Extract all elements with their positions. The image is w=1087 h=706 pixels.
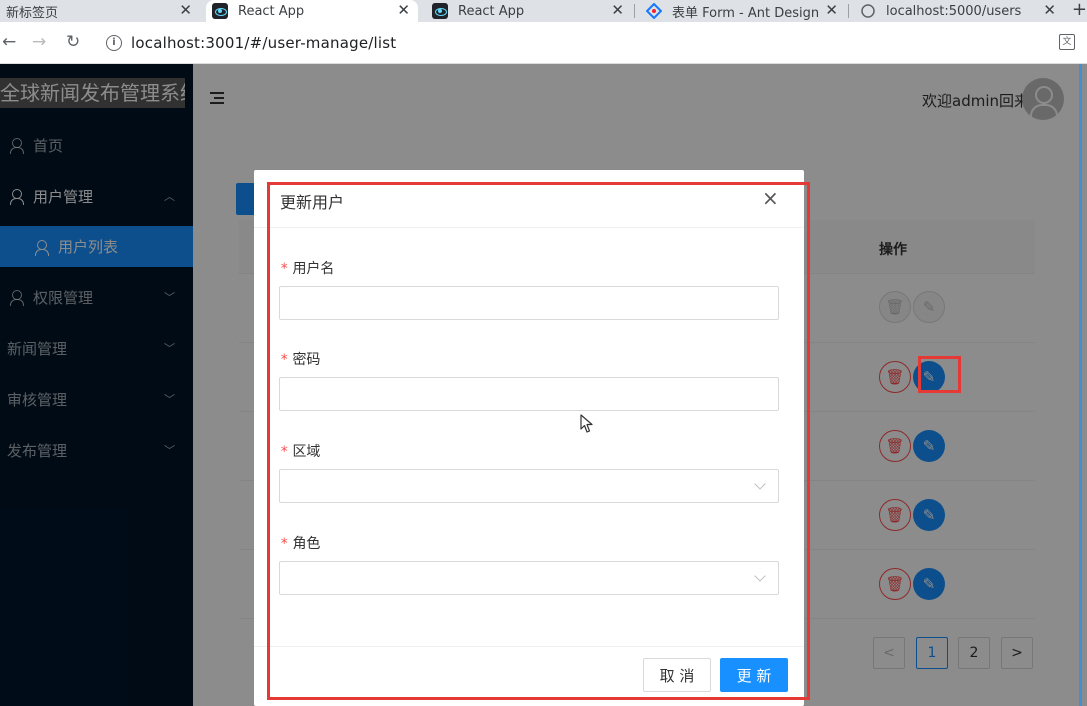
modal-header: 更新用户 × bbox=[254, 170, 804, 228]
tab-title: localhost:5000/users bbox=[886, 3, 1022, 19]
new-tab-button[interactable]: + bbox=[1072, 0, 1087, 20]
tab-new-tab[interactable]: 新标签页 ✕ bbox=[0, 0, 200, 22]
close-icon[interactable]: ✕ bbox=[611, 1, 624, 19]
ant-design-icon bbox=[645, 2, 663, 20]
required-mark: * bbox=[280, 444, 289, 460]
required-mark: * bbox=[280, 536, 289, 552]
close-icon[interactable]: ✕ bbox=[825, 1, 838, 19]
cancel-button[interactable]: 取 消 bbox=[643, 658, 711, 692]
window-edge-accent bbox=[1079, 64, 1082, 706]
required-mark: * bbox=[280, 261, 289, 277]
forward-icon[interactable]: → bbox=[32, 32, 46, 52]
region-label: * 区域 bbox=[280, 441, 320, 461]
globe-icon bbox=[860, 3, 876, 19]
tab-react-app[interactable]: React App ✕ bbox=[426, 0, 632, 22]
tab-separator bbox=[848, 4, 849, 18]
tab-separator bbox=[634, 4, 635, 18]
browser-toolbar: ← → ↻ i localhost:3001/#/user-manage/lis… bbox=[0, 22, 1087, 64]
label-text: 密码 bbox=[292, 352, 321, 368]
browser-tab-strip: 新标签页 ✕ React App ✕ React App ✕ 表单 Form -… bbox=[0, 0, 1087, 22]
site-info-icon[interactable]: i bbox=[106, 35, 122, 51]
tab-localhost-users[interactable]: localhost:5000/users ✕ bbox=[854, 0, 1064, 22]
label-text: 角色 bbox=[292, 536, 321, 552]
mouse-cursor-icon bbox=[580, 414, 593, 433]
update-user-modal: 更新用户 × * 用户名 * 密码 * 区域 * 角色 取 消 更 新 bbox=[254, 170, 804, 706]
required-mark: * bbox=[280, 352, 289, 368]
username-label: * 用户名 bbox=[280, 258, 334, 278]
chevron-down-icon bbox=[754, 478, 766, 490]
translate-icon[interactable]: 文 bbox=[1059, 34, 1075, 50]
close-icon[interactable]: ✕ bbox=[1043, 1, 1056, 19]
tab-title: 新标签页 bbox=[6, 5, 59, 21]
password-input[interactable] bbox=[279, 377, 779, 411]
tab-ant-design-form[interactable]: 表单 Form - Ant Design ✕ bbox=[640, 0, 846, 22]
username-input[interactable] bbox=[279, 286, 779, 320]
role-select[interactable] bbox=[279, 561, 779, 595]
modal-footer: 取 消 更 新 bbox=[254, 646, 804, 706]
password-label: * 密码 bbox=[280, 349, 320, 369]
role-label: * 角色 bbox=[280, 533, 320, 553]
region-select[interactable] bbox=[279, 469, 779, 503]
tab-title: React App bbox=[238, 3, 305, 19]
tab-title: React App bbox=[458, 3, 525, 19]
close-icon[interactable]: × bbox=[762, 188, 779, 208]
label-text: 用户名 bbox=[292, 261, 335, 277]
modal-title: 更新用户 bbox=[280, 193, 345, 212]
tab-title: 表单 Form - Ant Design bbox=[672, 5, 820, 21]
address-bar[interactable]: localhost:3001/#/user-manage/list bbox=[131, 34, 396, 52]
react-icon bbox=[432, 3, 448, 19]
close-icon[interactable]: ✕ bbox=[397, 1, 410, 19]
back-icon[interactable]: ← bbox=[2, 32, 16, 52]
react-icon bbox=[212, 3, 228, 19]
close-icon[interactable]: ✕ bbox=[179, 1, 192, 19]
tab-react-app-active[interactable]: React App ✕ bbox=[206, 0, 418, 22]
reload-icon[interactable]: ↻ bbox=[66, 32, 80, 52]
chevron-down-icon bbox=[754, 570, 766, 582]
label-text: 区域 bbox=[292, 444, 321, 460]
update-button[interactable]: 更 新 bbox=[720, 658, 788, 692]
